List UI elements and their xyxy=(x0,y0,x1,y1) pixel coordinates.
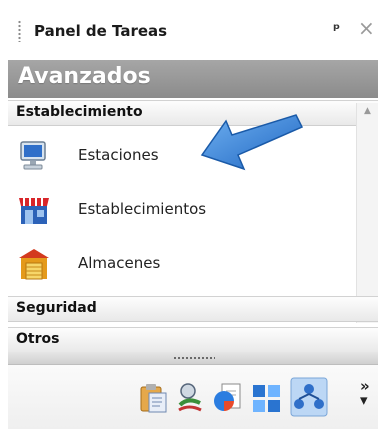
group-label: Otros xyxy=(16,331,60,347)
drag-grip[interactable] xyxy=(18,20,21,42)
warehouse-icon xyxy=(19,249,49,280)
item-label: Establecimientos xyxy=(78,200,207,218)
panel-title: Panel de Tareas xyxy=(34,22,168,40)
splitter[interactable] xyxy=(8,352,378,365)
group-label: Seguridad xyxy=(16,300,97,316)
group-header-otros[interactable]: Otros xyxy=(8,327,378,353)
group-header-establecimiento[interactable]: Establecimiento xyxy=(8,100,378,126)
group-label: Establecimiento xyxy=(16,104,143,120)
splitter-grip-icon xyxy=(173,357,215,359)
pointer-arrow-icon xyxy=(200,114,304,171)
pin-icon[interactable]: ᵖ xyxy=(333,20,340,38)
section-banner: Avanzados xyxy=(8,60,378,98)
scroll-up-icon[interactable]: ▲ xyxy=(364,106,371,116)
close-icon[interactable]: × xyxy=(358,16,375,40)
item-label: Almacenes xyxy=(78,254,161,272)
chevron-more-icon[interactable]: » ▾ xyxy=(360,379,370,408)
list-item-almacenes[interactable]: Almacenes xyxy=(8,242,353,286)
scrollbar[interactable]: ▲ ▼ xyxy=(356,103,378,323)
group-header-seguridad[interactable]: Seguridad xyxy=(8,296,378,322)
computer-icon xyxy=(20,141,46,170)
clipboard-icon[interactable] xyxy=(136,381,170,415)
panel-titlebar: Panel de Tareas ᵖ × xyxy=(8,0,378,60)
chart-document-icon[interactable] xyxy=(212,381,246,415)
banner-title: Avanzados xyxy=(18,64,151,89)
network-icon[interactable] xyxy=(290,377,328,417)
tools-icon[interactable] xyxy=(174,381,208,415)
item-label: Estaciones xyxy=(78,146,159,164)
bottom-toolbar: » ▾ xyxy=(8,365,378,429)
store-icon xyxy=(19,198,49,224)
task-panel: Panel de Tareas ᵖ × Avanzados Establecim… xyxy=(8,0,378,429)
layout-icon[interactable] xyxy=(250,381,284,415)
